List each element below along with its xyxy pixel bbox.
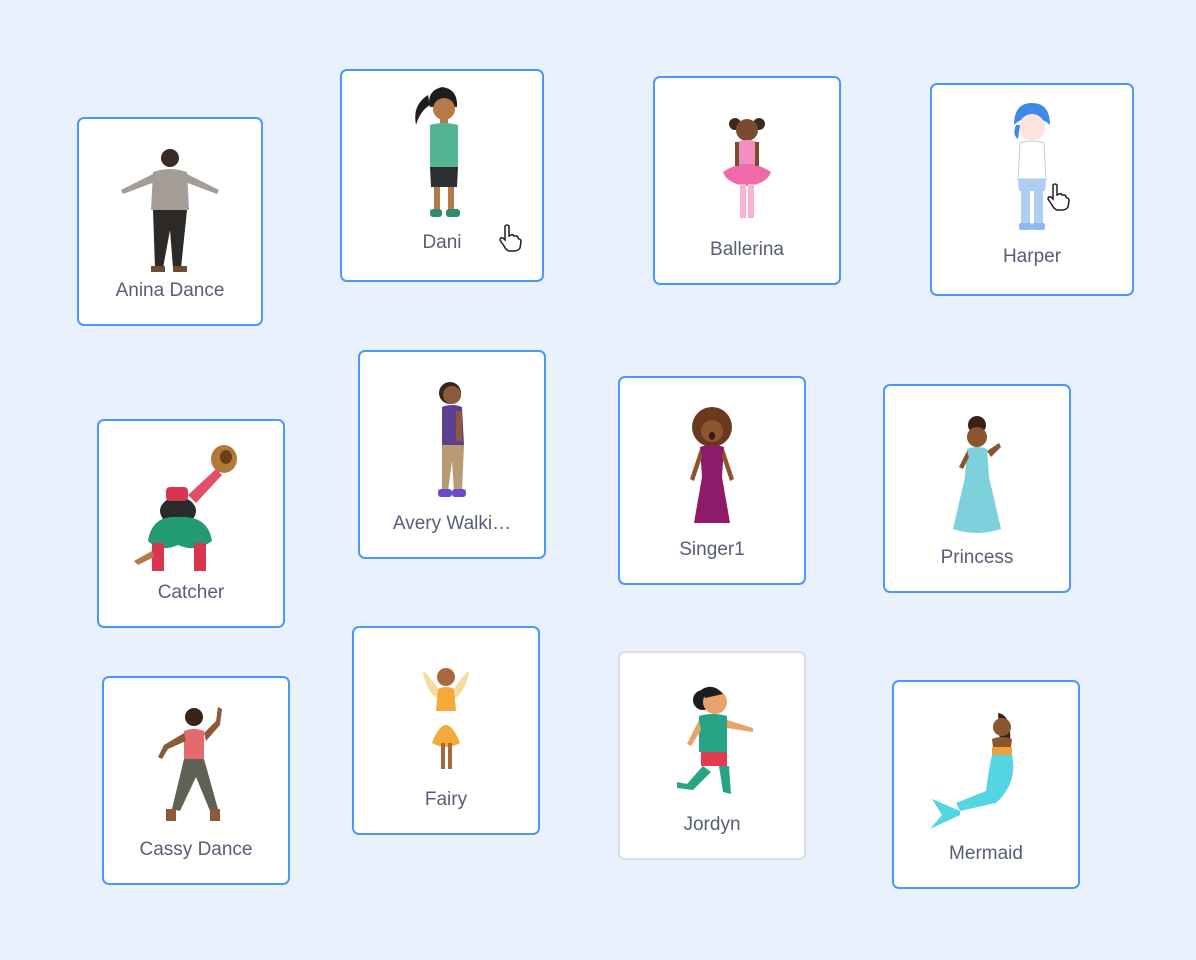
sprite-label: Jordyn xyxy=(683,814,741,835)
sprite-label: Anina Dance xyxy=(115,280,225,301)
princess-icon xyxy=(885,400,1069,550)
running-girl-icon xyxy=(620,667,804,817)
girl-blue-hair-icon xyxy=(932,95,1132,245)
ballerina-icon xyxy=(655,90,839,240)
sprite-label: Avery Walki… xyxy=(392,513,512,534)
mermaid-icon xyxy=(894,698,1078,848)
sprite-label: Catcher xyxy=(157,582,225,603)
sprite-card-cassy-dance[interactable]: Cassy Dance xyxy=(102,676,290,885)
sprite-card-jordyn[interactable]: Jordyn xyxy=(618,651,806,860)
sprite-card-mermaid[interactable]: Mermaid xyxy=(892,680,1080,889)
singer-icon xyxy=(620,394,804,544)
sprite-card-harper[interactable]: Harper xyxy=(930,83,1134,296)
sprite-label: Mermaid xyxy=(949,843,1023,864)
hand-cursor-icon xyxy=(498,224,522,252)
sprite-label: Fairy xyxy=(424,789,468,810)
sprite-card-dani[interactable]: Dani xyxy=(340,69,544,282)
girl-ponytail-icon xyxy=(342,81,542,231)
walking-girl-icon xyxy=(360,366,544,516)
dancer-photo-icon xyxy=(79,135,261,285)
sprite-label: Ballerina xyxy=(710,239,784,260)
sprite-card-avery-walking[interactable]: Avery Walki… xyxy=(358,350,546,559)
fairy-icon xyxy=(354,642,538,792)
sprite-card-anina-dance[interactable]: Anina Dance xyxy=(77,117,263,326)
baseball-catcher-icon xyxy=(99,433,283,583)
sprite-label: Harper xyxy=(1002,246,1062,267)
sprite-card-ballerina[interactable]: Ballerina xyxy=(653,76,841,285)
sprite-card-catcher[interactable]: Catcher xyxy=(97,419,285,628)
sprite-label: Cassy Dance xyxy=(139,839,253,860)
sprite-label: Princess xyxy=(940,547,1014,568)
hand-cursor-icon xyxy=(1046,183,1070,211)
sprite-card-singer1[interactable]: Singer1 xyxy=(618,376,806,585)
sprite-card-princess[interactable]: Princess xyxy=(883,384,1071,593)
dancer-photo-icon xyxy=(104,692,288,842)
sprite-label: Singer1 xyxy=(679,539,745,560)
sprite-card-fairy[interactable]: Fairy xyxy=(352,626,540,835)
